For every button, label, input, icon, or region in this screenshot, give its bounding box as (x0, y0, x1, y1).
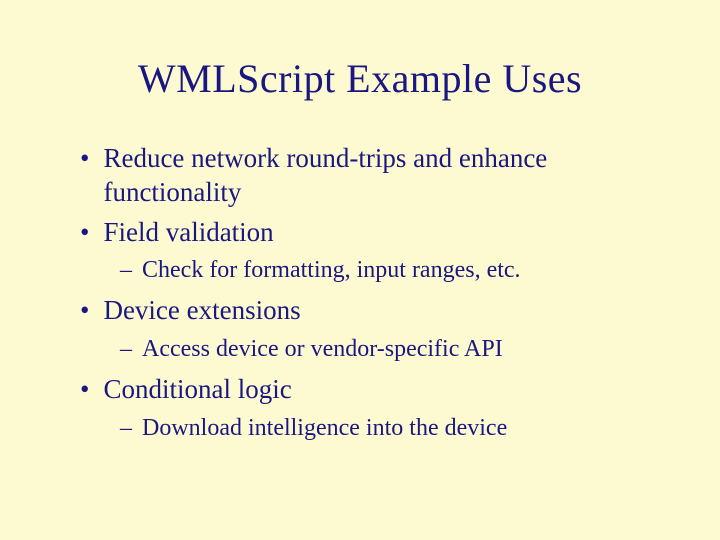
sub-bullet-text: Check for formatting, input ranges, etc. (142, 255, 521, 286)
sub-bullet-item: – Access device or vendor-specific API (120, 334, 660, 365)
bullet-item: • Device extensions (80, 294, 660, 328)
bullet-text: Reduce network round-trips and enhance f… (103, 142, 660, 210)
bullet-marker: • (80, 373, 89, 407)
dash-marker: – (120, 334, 132, 365)
sub-bullet-item: – Check for formatting, input ranges, et… (120, 255, 660, 286)
bullet-marker: • (80, 294, 89, 328)
bullet-text: Device extensions (103, 294, 300, 328)
bullet-marker: • (80, 142, 89, 176)
dash-marker: – (120, 255, 132, 286)
bullet-item: • Reduce network round-trips and enhance… (80, 142, 660, 210)
sub-bullet-text: Access device or vendor-specific API (142, 334, 503, 365)
slide-content: • Reduce network round-trips and enhance… (60, 142, 660, 444)
bullet-item: • Field validation (80, 216, 660, 250)
bullet-item: • Conditional logic (80, 373, 660, 407)
slide-title: WMLScript Example Uses (60, 55, 660, 102)
slide: WMLScript Example Uses • Reduce network … (0, 0, 720, 540)
bullet-text: Conditional logic (103, 373, 291, 407)
bullet-marker: • (80, 216, 89, 250)
sub-bullet-text: Download intelligence into the device (142, 413, 507, 444)
dash-marker: – (120, 413, 132, 444)
sub-bullet-item: – Download intelligence into the device (120, 413, 660, 444)
bullet-text: Field validation (103, 216, 273, 250)
